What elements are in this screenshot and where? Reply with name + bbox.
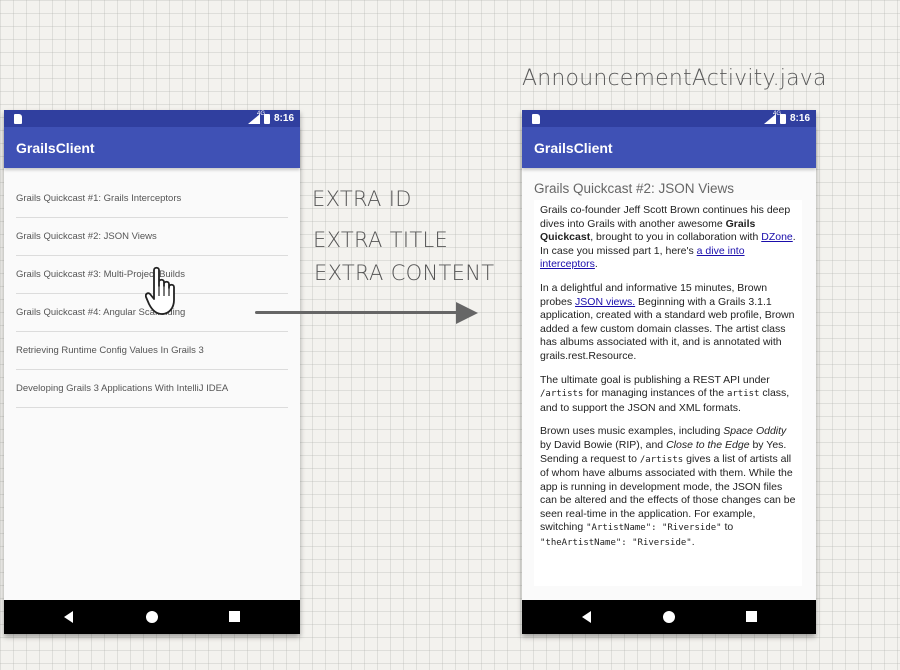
text: Brown uses music examples, including (540, 425, 724, 438)
extra-content-label: EXTRA CONTENT (314, 261, 495, 285)
battery-icon (779, 113, 786, 124)
status-time: 8:16 (273, 113, 294, 124)
code-text: /artists (540, 389, 584, 400)
announcement-content: Grails co-founder Jeff Scott Brown conti… (534, 200, 802, 586)
list-item[interactable]: Grails Quickcast #2: JSON Views (16, 218, 288, 256)
activity-heading: AnnouncementActivity.java (522, 66, 827, 91)
battery-icon (263, 113, 270, 124)
text: to (721, 521, 734, 534)
arrow-head-icon (456, 302, 478, 324)
hand-pointer-icon (145, 266, 175, 315)
recents-icon[interactable] (229, 611, 240, 622)
text: by David Bowie (RIP), and (540, 438, 667, 451)
italic-text: Close to the Edge (666, 438, 750, 451)
nav-bar (522, 600, 816, 634)
list-phone: 4G 8:16 GrailsClient Grails Quickcast #1… (4, 110, 300, 634)
content-paragraph: In a delightful and informative 15 minut… (540, 282, 798, 364)
sim-icon (14, 114, 22, 124)
extra-id-label: EXTRA ID (312, 187, 412, 211)
content-paragraph: Grails co-founder Jeff Scott Brown conti… (540, 204, 798, 272)
json-views-link[interactable]: JSON views. (575, 296, 635, 308)
dzone-link[interactable]: DZone (761, 231, 793, 243)
content-paragraph: The ultimate goal is publishing a REST A… (540, 374, 798, 416)
list-item[interactable]: Grails Quickcast #1: Grails Interceptors (16, 180, 288, 218)
app-title: GrailsClient (4, 127, 300, 168)
extra-title-label: EXTRA TITLE (313, 228, 449, 252)
code-text: "ArtistName": "Riverside" (586, 523, 722, 534)
text: , brought to you in collaboration with (590, 231, 762, 244)
content-paragraph: Brown uses music examples, including Spa… (540, 425, 798, 550)
status-time: 8:16 (789, 113, 810, 124)
detail-phone: 4G 8:16 GrailsClient Grails Quickcast #2… (522, 110, 816, 634)
home-icon[interactable] (146, 611, 158, 623)
status-bar: 4G 8:16 (4, 110, 300, 127)
arrow-right-icon (255, 311, 459, 314)
text: The ultimate goal is publishing a REST A… (540, 373, 770, 386)
back-icon[interactable] (582, 611, 591, 623)
signal-icon (763, 113, 776, 124)
nav-bar (4, 600, 300, 634)
list-item[interactable]: Retrieving Runtime Config Values In Grai… (16, 332, 288, 370)
home-icon[interactable] (663, 611, 675, 623)
signal-icon (247, 113, 260, 124)
recents-icon[interactable] (746, 611, 757, 622)
italic-text: Space Oddity (723, 425, 787, 438)
list-item[interactable]: Developing Grails 3 Applications With In… (16, 370, 288, 408)
text: . (691, 536, 695, 549)
announcement-title: Grails Quickcast #2: JSON Views (534, 181, 735, 196)
text: . (594, 258, 598, 271)
status-bar: 4G 8:16 (522, 110, 816, 127)
code-text: artist (726, 389, 760, 400)
sim-icon (532, 114, 540, 124)
code-text: "theArtistName": "Riverside" (540, 538, 692, 549)
code-text: /artists (639, 454, 684, 465)
text: for managing instances of the (583, 387, 727, 400)
back-icon[interactable] (64, 611, 73, 623)
app-title: GrailsClient (522, 127, 816, 168)
